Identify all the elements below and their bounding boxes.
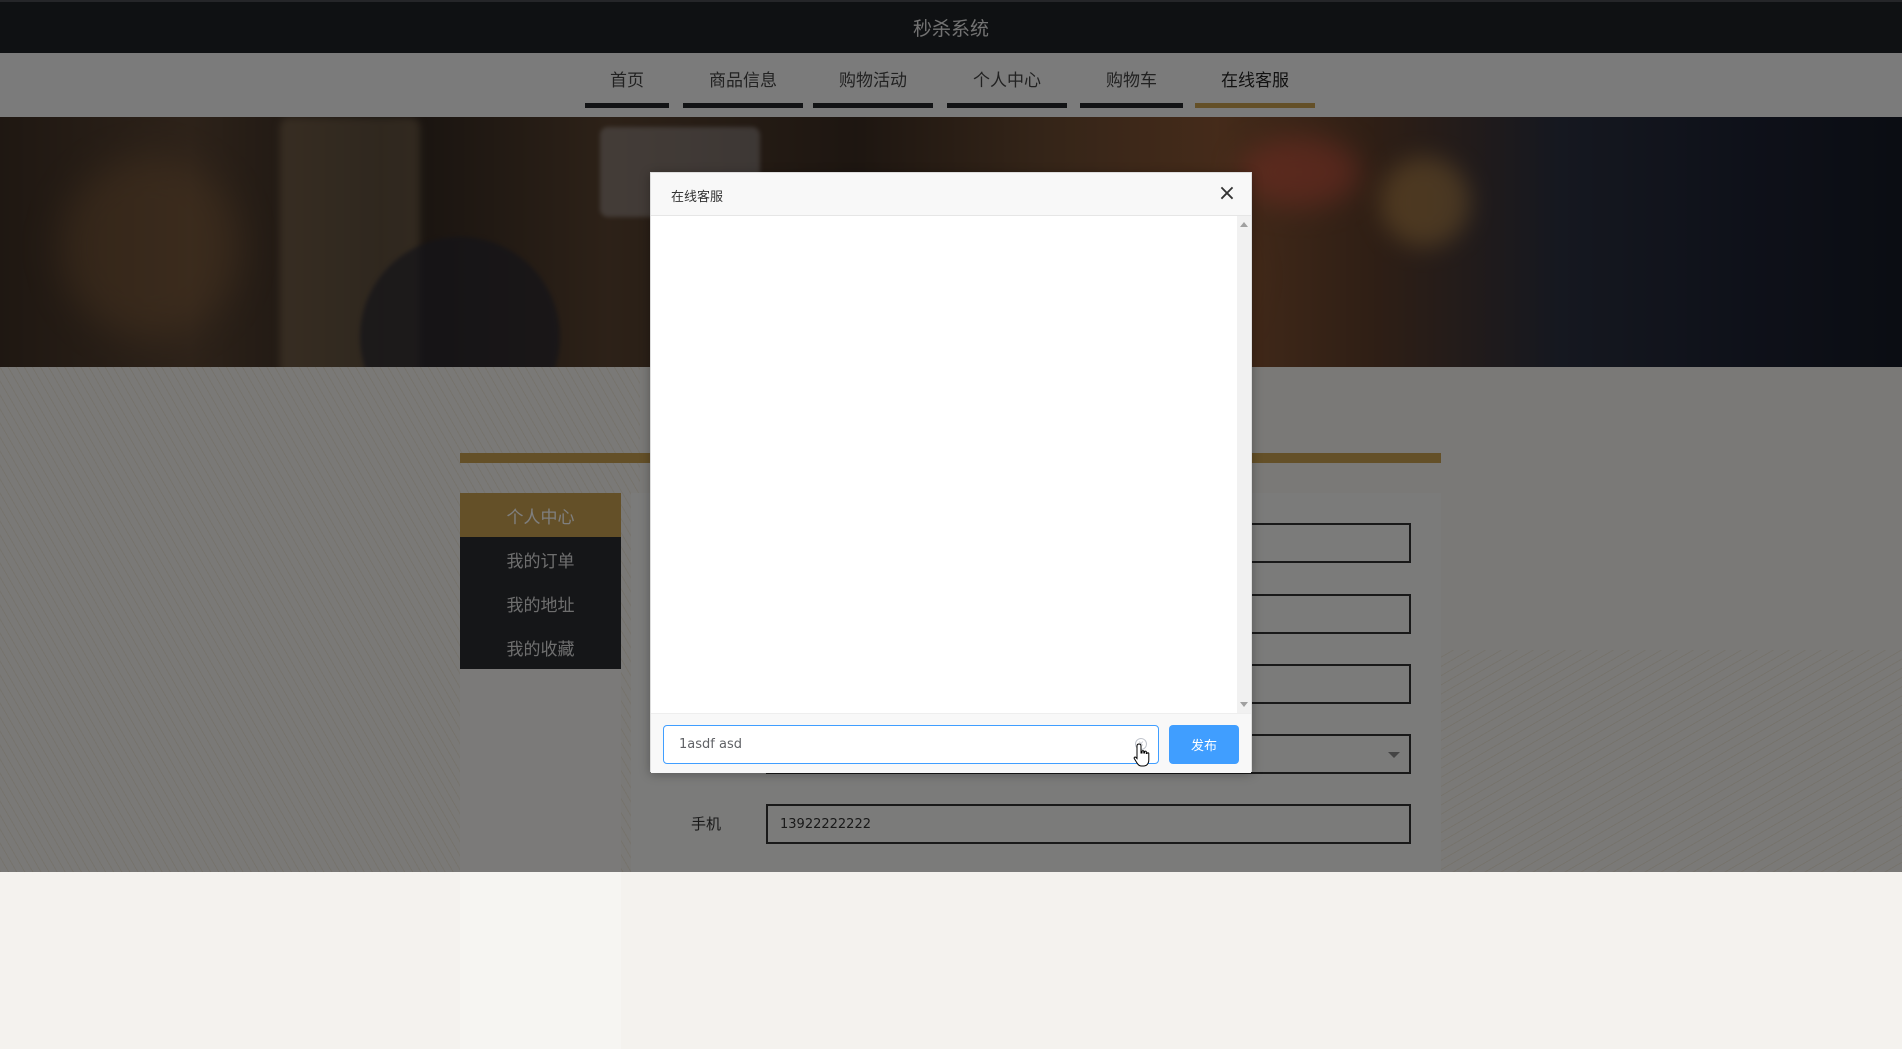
- scroll-down-arrow-icon[interactable]: [1240, 702, 1248, 707]
- scroll-up-arrow-icon[interactable]: [1240, 222, 1248, 227]
- chat-scrollbar[interactable]: [1237, 216, 1251, 713]
- dialog-header: 在线客服 ×: [651, 173, 1251, 216]
- chat-messages: [651, 216, 1239, 713]
- hand-pointer-icon: [1133, 743, 1150, 767]
- close-icon[interactable]: ×: [1215, 182, 1239, 206]
- chat-message-input[interactable]: [663, 725, 1159, 764]
- online-service-dialog: 在线客服 × × 发布: [650, 172, 1252, 773]
- dialog-title: 在线客服: [671, 190, 724, 205]
- send-button[interactable]: 发布: [1169, 725, 1239, 764]
- dialog-footer: × 发布: [651, 713, 1251, 773]
